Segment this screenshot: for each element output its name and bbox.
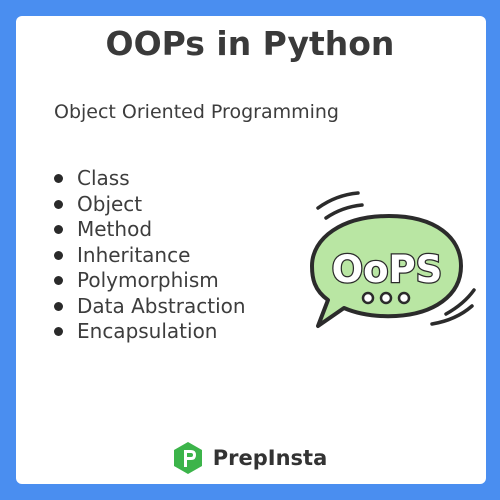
page-subtitle: Object Oriented Programming [54,101,339,123]
list-item: Object [54,192,246,218]
page-title: OOPs in Python [105,24,395,63]
list-item: Polymorphism [54,268,246,294]
list-item: Class [54,166,246,192]
topic-list: Class Object Method Inheritance Polymorp… [54,166,246,345]
typing-dots-icon [361,291,411,305]
list-item: Encapsulation [54,319,246,345]
bullet-icon [54,250,63,260]
list-item-label: Polymorphism [77,268,219,293]
prepinsta-logo-icon [173,442,202,474]
list-item-label: Object [77,191,143,216]
list-item: Inheritance [54,243,246,269]
footer-branding: PrepInsta [0,440,500,476]
list-item-label: Data Abstraction [77,293,246,318]
bullet-icon [54,327,63,337]
bullet-icon [54,301,63,311]
bubble-text: OoPS [332,248,443,291]
bullet-icon [54,174,63,184]
brand-name: PrepInsta [212,446,328,470]
list-item-label: Class [77,166,130,191]
list-item: Method [54,217,246,243]
bullet-icon [54,225,63,235]
motion-lines-top [316,191,364,220]
speech-bubble-icon: OoPS [310,191,476,328]
bullet-icon [54,199,63,209]
list-item: Data Abstraction [54,294,246,320]
list-item-label: Method [77,217,153,242]
list-item-label: Encapsulation [77,319,218,344]
bullet-icon [54,276,63,286]
list-item-label: Inheritance [77,242,191,267]
